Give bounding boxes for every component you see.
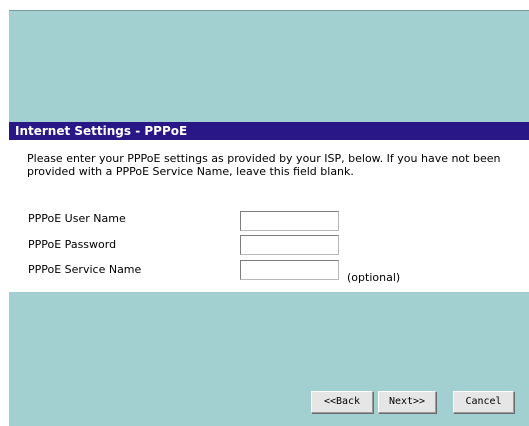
service-name-label: PPPoE Service Name xyxy=(28,263,142,276)
password-input[interactable] xyxy=(240,235,339,255)
intro-text: Please enter your PPPoE settings as prov… xyxy=(27,152,501,178)
cancel-button[interactable]: Cancel xyxy=(453,391,514,413)
service-name-input[interactable] xyxy=(240,260,339,280)
panel-title: Internet Settings - PPPoE xyxy=(9,122,529,140)
settings-panel: Internet Settings - PPPoE Please enter y… xyxy=(9,122,529,292)
user-name-label: PPPoE User Name xyxy=(28,212,126,225)
next-button[interactable]: Next>> xyxy=(378,391,436,413)
password-label: PPPoE Password xyxy=(28,238,117,251)
back-button[interactable]: <<Back xyxy=(311,391,373,413)
optional-note: (optional) xyxy=(347,271,401,284)
user-name-input[interactable] xyxy=(240,211,339,231)
wizard-window: Internet Settings - PPPoE Please enter y… xyxy=(9,10,529,426)
